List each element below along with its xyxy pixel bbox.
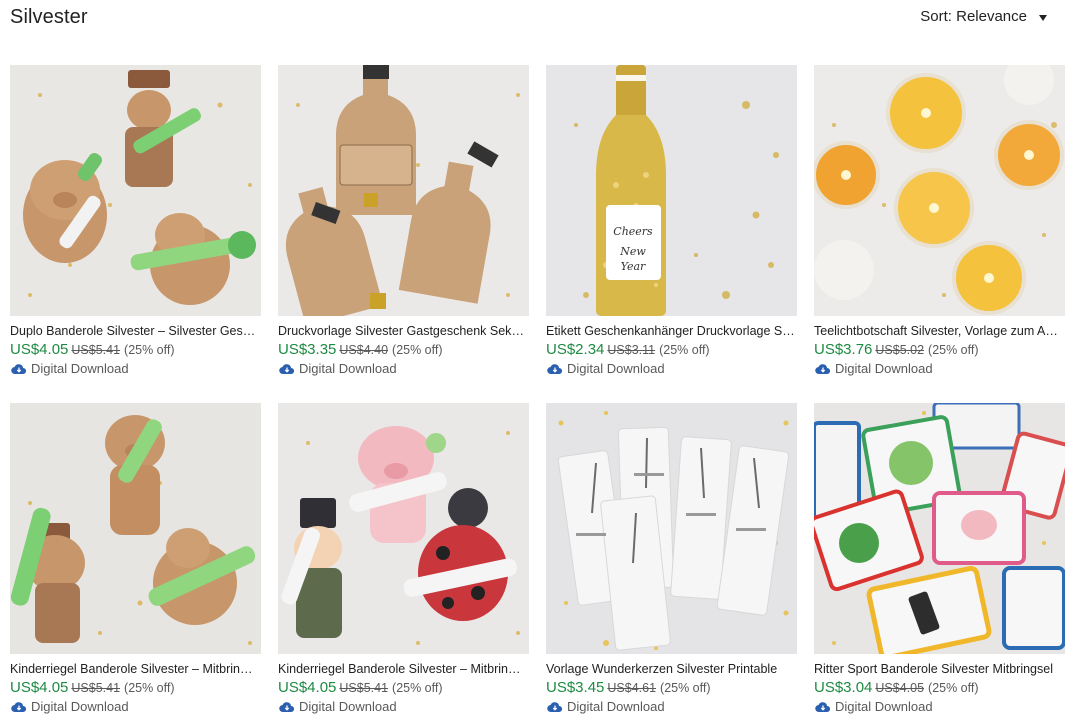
discount-label: (25% off) xyxy=(392,343,443,357)
product-card[interactable]: Vorlage Wunderkerzen Silvester Printable… xyxy=(546,403,797,722)
product-card[interactable]: Kinderriegel Banderole Silvester – Mitbr… xyxy=(10,403,261,722)
sale-price: US$3.45 xyxy=(546,679,605,696)
svg-text:New: New xyxy=(619,245,646,258)
original-price: US$5.41 xyxy=(339,681,389,695)
price-row: US$2.34 US$3.11 (25% off) xyxy=(546,341,797,358)
gold-glitter-champagne-image: Cheers New Year xyxy=(546,65,797,316)
price-row: US$3.35 US$4.40 (25% off) xyxy=(278,341,529,358)
original-price: US$4.05 xyxy=(875,681,925,695)
product-card[interactable]: Teelichtbotschaft Silvester, Vorlage zum… xyxy=(814,65,1065,385)
product-image[interactable] xyxy=(278,403,529,654)
champagne-bottle-tags-image xyxy=(278,65,529,316)
discount-label: (25% off) xyxy=(928,681,979,695)
product-grid: Duplo Banderole Silvester – Silvester Ge… xyxy=(10,65,1065,722)
results-header: Silvester Sort: Relevance xyxy=(0,0,1080,40)
original-price: US$4.40 xyxy=(339,343,389,357)
badge-label: Digital Download xyxy=(835,361,933,376)
product-card[interactable]: Druckvorlage Silvester Gastgeschenk Sekt… xyxy=(278,65,529,385)
product-image[interactable] xyxy=(814,65,1065,316)
product-image[interactable] xyxy=(546,403,797,654)
original-price: US$5.41 xyxy=(71,343,121,357)
cloud-download-icon xyxy=(11,701,27,712)
digital-download-badge: Digital Download xyxy=(10,699,261,714)
sale-price: US$2.34 xyxy=(546,341,605,358)
product-image[interactable] xyxy=(10,65,261,316)
product-card[interactable]: Ritter Sport Banderole Silvester Mitbrin… xyxy=(814,403,1065,722)
cloud-download-icon xyxy=(547,701,563,712)
svg-text:Cheers: Cheers xyxy=(613,225,653,238)
digital-download-badge: Digital Download xyxy=(546,361,797,376)
product-title[interactable]: Ritter Sport Banderole Silvester Mitbrin… xyxy=(814,662,1063,676)
original-price: US$5.02 xyxy=(875,343,925,357)
price-row: US$4.05 US$5.41 (25% off) xyxy=(10,341,261,358)
svg-text:Year: Year xyxy=(621,260,646,273)
sale-price: US$4.05 xyxy=(278,679,337,696)
cloud-download-icon xyxy=(547,363,563,374)
tealight-candles-image xyxy=(814,65,1065,316)
badge-label: Digital Download xyxy=(299,361,397,376)
badge-label: Digital Download xyxy=(567,699,665,714)
digital-download-badge: Digital Download xyxy=(546,699,797,714)
pig-chimney-sweep-beetle-craft-image xyxy=(10,65,261,316)
watercolor-pig-ladybug-image xyxy=(278,403,529,654)
product-image[interactable] xyxy=(278,65,529,316)
digital-download-badge: Digital Download xyxy=(278,361,529,376)
discount-label: (25% off) xyxy=(660,681,711,695)
product-title[interactable]: Etikett Geschenkanhänger Druckvorlage Se… xyxy=(546,324,795,338)
cloud-download-icon xyxy=(279,701,295,712)
sale-price: US$3.04 xyxy=(814,679,873,696)
digital-download-badge: Digital Download xyxy=(814,361,1065,376)
sale-price: US$3.76 xyxy=(814,341,873,358)
sort-dropdown[interactable]: Sort: Relevance xyxy=(920,8,1047,25)
product-image[interactable] xyxy=(10,403,261,654)
price-row: US$3.04 US$4.05 (25% off) xyxy=(814,679,1065,696)
sparkler-cards-image xyxy=(546,403,797,654)
product-image[interactable]: Cheers New Year xyxy=(546,65,797,316)
product-title[interactable]: Kinderriegel Banderole Silvester – Mitbr… xyxy=(10,662,259,676)
sale-price: US$3.35 xyxy=(278,341,337,358)
caret-down-icon xyxy=(1039,14,1047,21)
product-card[interactable]: Duplo Banderole Silvester – Silvester Ge… xyxy=(10,65,261,385)
product-image[interactable] xyxy=(814,403,1065,654)
discount-label: (25% off) xyxy=(124,343,175,357)
original-price: US$3.11 xyxy=(607,343,656,357)
original-price: US$4.61 xyxy=(607,681,657,695)
price-row: US$3.76 US$5.02 (25% off) xyxy=(814,341,1065,358)
badge-label: Digital Download xyxy=(31,699,129,714)
price-row: US$3.45 US$4.61 (25% off) xyxy=(546,679,797,696)
product-card[interactable]: Kinderriegel Banderole Silvester – Mitbr… xyxy=(278,403,529,722)
discount-label: (25% off) xyxy=(124,681,175,695)
cloud-download-icon xyxy=(815,363,831,374)
discount-label: (25% off) xyxy=(928,343,979,357)
price-row: US$4.05 US$5.41 (25% off) xyxy=(10,679,261,696)
discount-label: (25% off) xyxy=(392,681,443,695)
badge-label: Digital Download xyxy=(567,361,665,376)
sale-price: US$4.05 xyxy=(10,341,69,358)
kraft-pig-chimney-sweep-image xyxy=(10,403,261,654)
cloud-download-icon xyxy=(815,701,831,712)
discount-label: (25% off) xyxy=(659,343,710,357)
product-title[interactable]: Druckvorlage Silvester Gastgeschenk Sekt… xyxy=(278,324,527,338)
product-title[interactable]: Duplo Banderole Silvester – Silvester Ge… xyxy=(10,324,259,338)
product-card[interactable]: Cheers New Year Etikett Geschenkanhänger… xyxy=(546,65,797,385)
digital-download-badge: Digital Download xyxy=(10,361,261,376)
product-title[interactable]: Vorlage Wunderkerzen Silvester Printable xyxy=(546,662,795,676)
cloud-download-icon xyxy=(11,363,27,374)
page-title: Silvester xyxy=(10,6,88,28)
cloud-download-icon xyxy=(279,363,295,374)
product-title[interactable]: Teelichtbotschaft Silvester, Vorlage zum… xyxy=(814,324,1063,338)
original-price: US$5.41 xyxy=(71,681,121,695)
product-title[interactable]: Kinderriegel Banderole Silvester – Mitbr… xyxy=(278,662,527,676)
digital-download-badge: Digital Download xyxy=(814,699,1065,714)
badge-label: Digital Download xyxy=(299,699,397,714)
sale-price: US$4.05 xyxy=(10,679,69,696)
sort-label: Sort: Relevance xyxy=(920,8,1027,25)
digital-download-badge: Digital Download xyxy=(278,699,529,714)
badge-label: Digital Download xyxy=(835,699,933,714)
badge-label: Digital Download xyxy=(31,361,129,376)
chocolate-wrappers-image xyxy=(814,403,1065,654)
price-row: US$4.05 US$5.41 (25% off) xyxy=(278,679,529,696)
